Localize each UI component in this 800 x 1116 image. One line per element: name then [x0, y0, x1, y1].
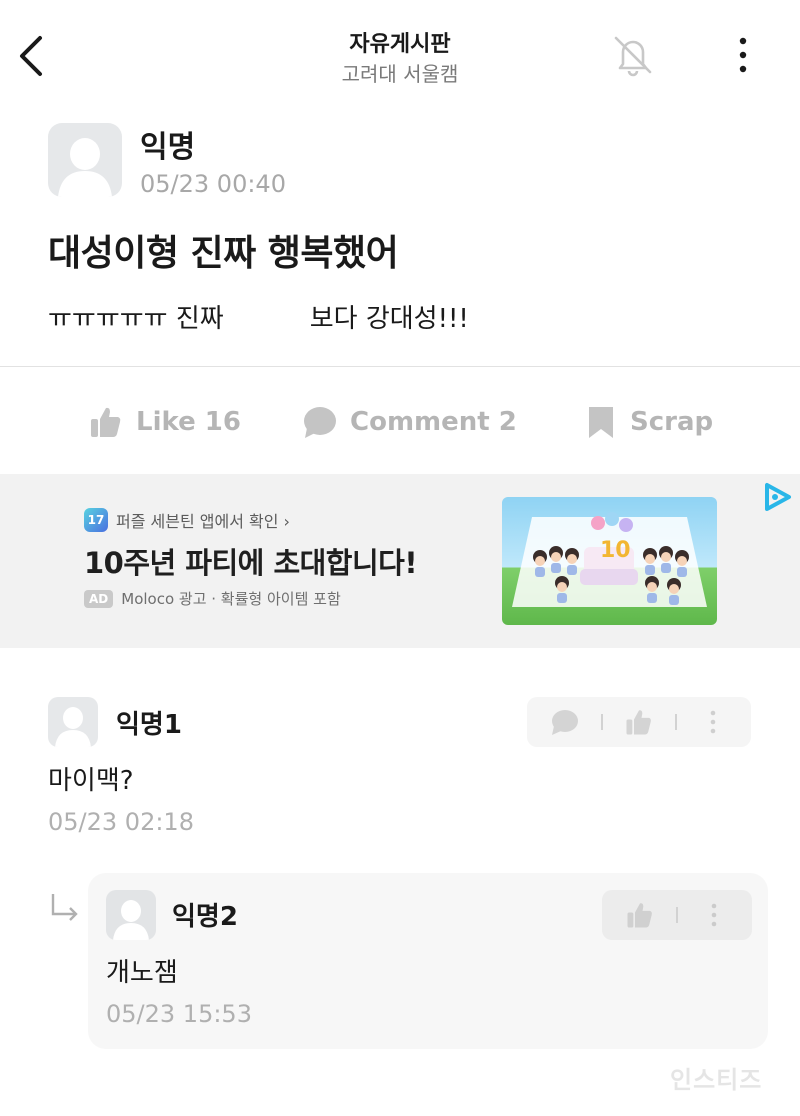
reply-arrow-icon [51, 894, 78, 921]
more-options-button[interactable] [728, 34, 758, 76]
more-vertical-icon [710, 710, 716, 734]
ad-headline: 10주년 파티에 초대합니다! [84, 546, 418, 580]
ad-badge: AD [84, 589, 114, 608]
post-author-avatar [48, 123, 122, 197]
post-title: 대성이형 진짜 행복했어 [48, 233, 399, 274]
board-title: 자유게시판 [349, 32, 451, 57]
reply-text: 개노잼 [106, 958, 178, 988]
reply-author-avatar [106, 890, 156, 940]
thumbs-up-icon [626, 710, 651, 735]
thumbs-up-icon [91, 407, 121, 437]
post-body-text-start: ㅠㅠㅠㅠㅠ 진짜 [48, 304, 224, 334]
watermark: 인스티즈 [670, 1066, 763, 1094]
post-body-text-end: 보다 강대성!!! [309, 304, 469, 334]
post-author-name: 익명 [140, 130, 196, 165]
reply-more-button[interactable] [694, 895, 734, 935]
ad-meta: AD Moloco 광고 · 확률형 아이템 포함 [84, 588, 341, 609]
comment-like-button[interactable] [619, 702, 659, 742]
ad-source-text: 퍼즐 세븐틴 앱에서 확인 › [116, 512, 290, 531]
divider [0, 366, 800, 367]
board-subtitle: 고려대 서울캠 [341, 62, 459, 86]
reply-author-name: 익명2 [172, 902, 238, 932]
post-timestamp: 05/23 00:40 [140, 170, 286, 198]
comment-author-avatar [48, 697, 98, 747]
anonymous-user-icon [58, 138, 112, 197]
puzzle-seventeen-app-icon: 17 [84, 508, 108, 532]
adchoices-button[interactable] [760, 480, 794, 514]
scrap-button[interactable]: Scrap [584, 398, 713, 446]
comment-author-name: 익명1 [116, 710, 182, 740]
comment-timestamp: 05/23 02:18 [48, 808, 194, 836]
bell-off-icon [614, 36, 652, 77]
reply-toolbar [602, 890, 752, 940]
scrap-label: Scrap [630, 407, 714, 437]
anonymous-user-icon [113, 900, 149, 940]
post-body: ㅠㅠㅠㅠㅠ 진짜 보다 강대성!!! [48, 298, 469, 335]
comment-toolbar [527, 697, 751, 747]
more-vertical-icon [711, 903, 717, 927]
toolbar-separator [676, 907, 678, 923]
top-bar: 자유게시판 고려대 서울캠 [0, 0, 800, 110]
reply-like-button[interactable] [620, 895, 660, 935]
ad-image-number: 10 [600, 538, 631, 563]
like-button[interactable]: Like 16 [88, 398, 241, 446]
comment-button[interactable]: Comment 2 [302, 398, 517, 446]
adchoices-icon [765, 483, 791, 511]
thumbs-up-icon [627, 903, 652, 928]
speech-bubble-icon [552, 710, 578, 735]
toolbar-separator [601, 714, 603, 730]
anonymous-user-icon [55, 707, 91, 747]
toolbar-separator [675, 714, 677, 730]
ad-image: 10 [502, 497, 717, 625]
bookmark-icon [589, 407, 613, 438]
ad-banner[interactable]: 17 퍼즐 세븐틴 앱에서 확인 › 10주년 파티에 초대합니다! AD Mo… [0, 474, 800, 648]
party-illustration: 10 [512, 512, 707, 607]
comment-text: 마이맥? [48, 766, 134, 796]
reply-timestamp: 05/23 15:53 [106, 1000, 252, 1028]
ad-meta-text: Moloco 광고 · 확률형 아이템 포함 [121, 590, 341, 608]
notification-toggle-button[interactable] [608, 30, 658, 80]
reply-button[interactable] [545, 702, 585, 742]
more-vertical-icon [739, 37, 747, 73]
comment-label: Comment 2 [350, 407, 517, 437]
ad-source: 17 퍼즐 세븐틴 앱에서 확인 › [84, 508, 290, 532]
speech-bubble-icon [304, 407, 336, 438]
like-label: Like 16 [136, 407, 241, 437]
comment-more-button[interactable] [693, 702, 733, 742]
